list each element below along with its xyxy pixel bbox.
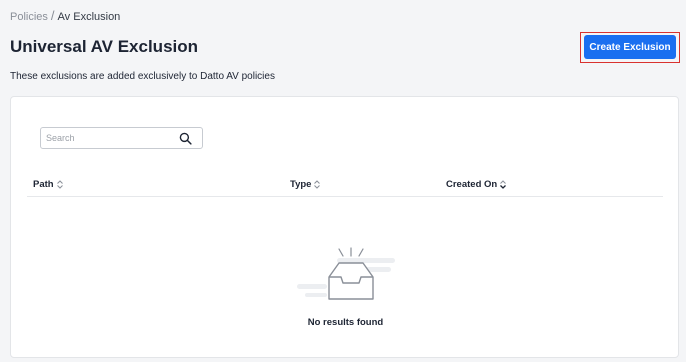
sort-descending-icon bbox=[500, 180, 507, 189]
exclusions-card: Path Type Created On No results found bbox=[10, 96, 679, 358]
search-icon[interactable] bbox=[179, 132, 192, 145]
table-header-divider bbox=[27, 196, 663, 197]
column-header-type[interactable]: Type bbox=[290, 179, 321, 190]
breadcrumb-current: Av Exclusion bbox=[57, 11, 121, 23]
sort-unsorted-icon bbox=[56, 180, 63, 189]
breadcrumb-separator: / bbox=[50, 8, 55, 23]
breadcrumb: Policies / Av Exclusion bbox=[10, 8, 120, 23]
column-header-created-on[interactable]: Created On bbox=[446, 179, 507, 190]
column-header-path[interactable]: Path bbox=[33, 179, 63, 190]
page-title: Universal AV Exclusion bbox=[10, 37, 199, 56]
empty-inbox-icon bbox=[297, 247, 395, 300]
create-exclusion-button[interactable]: Create Exclusion bbox=[584, 35, 676, 59]
sort-unsorted-icon bbox=[314, 180, 321, 189]
page-subtitle: These exclusions are added exclusively t… bbox=[10, 71, 275, 82]
search-field[interactable] bbox=[40, 127, 203, 149]
column-header-label: Created On bbox=[446, 179, 498, 190]
column-header-label: Type bbox=[290, 179, 312, 190]
empty-state-message: No results found bbox=[307, 317, 384, 328]
breadcrumb-link-policies[interactable]: Policies bbox=[10, 11, 48, 23]
search-input[interactable] bbox=[46, 131, 171, 145]
column-header-label: Path bbox=[33, 179, 54, 190]
